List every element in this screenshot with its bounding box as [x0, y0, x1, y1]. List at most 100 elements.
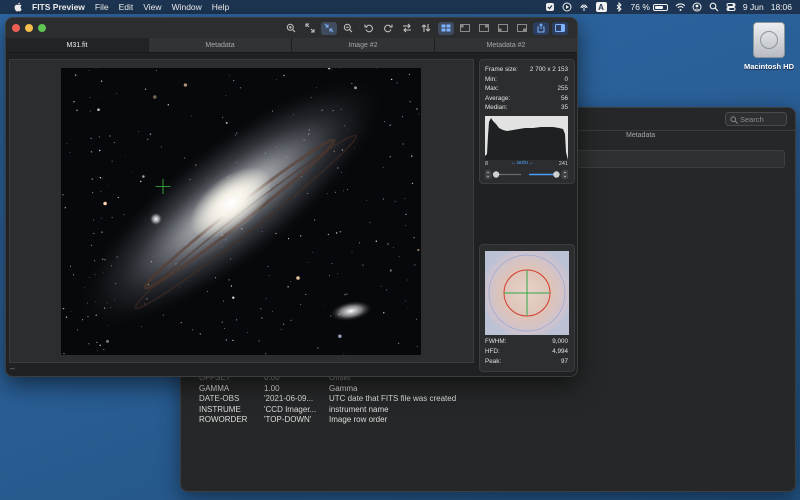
- table-row[interactable]: GAMMA 1.00 Gamma: [199, 384, 456, 395]
- tab-divider: [577, 130, 795, 144]
- table-row[interactable]: ROWORDER 'TOP-DOWN' Image row order: [199, 415, 456, 426]
- star: [63, 353, 65, 355]
- tab-image-2[interactable]: Image #2: [291, 38, 434, 52]
- star: [69, 152, 71, 153]
- fit-window-icon[interactable]: [302, 22, 318, 35]
- star: [160, 146, 162, 148]
- fwhm-row: FWHM: 9,000: [485, 338, 568, 345]
- view-menu[interactable]: View: [143, 0, 161, 14]
- user-icon[interactable]: [692, 2, 702, 12]
- airdrop-icon[interactable]: [579, 2, 589, 12]
- bluetooth-icon[interactable]: [614, 2, 624, 12]
- star: [117, 197, 119, 199]
- star: [102, 177, 104, 179]
- share-icon[interactable]: [533, 21, 549, 35]
- star: [384, 121, 386, 123]
- compare-view-icon[interactable]: [495, 22, 511, 35]
- battery-icon: [652, 3, 668, 11]
- star: [111, 160, 113, 162]
- wifi-icon[interactable]: [675, 2, 685, 12]
- star: [88, 343, 90, 345]
- side-by-side-icon[interactable]: [514, 22, 530, 35]
- tab-metadata-bg[interactable]: Metadata: [626, 132, 655, 139]
- table-row[interactable]: INSTRUME 'CCD Imager... instrument name: [199, 405, 456, 416]
- star: [233, 80, 235, 82]
- star: [141, 326, 142, 328]
- star: [138, 131, 139, 132]
- flip-vertical-icon[interactable]: [418, 22, 434, 35]
- hard-drive-icon[interactable]: [753, 22, 785, 58]
- star: [66, 143, 68, 145]
- level-sliders[interactable]: [485, 170, 568, 179]
- search-icon: [730, 116, 738, 124]
- star: [411, 182, 414, 184]
- tab-metadata[interactable]: Metadata: [148, 38, 291, 52]
- star: [101, 218, 103, 219]
- app-menu[interactable]: FITS Preview: [32, 0, 85, 14]
- checkbox-icon[interactable]: [545, 2, 555, 12]
- star: [98, 149, 101, 152]
- input-source-icon[interactable]: A: [595, 2, 607, 12]
- control-center-icon[interactable]: [726, 2, 736, 12]
- tab-bar: M31.fit Metadata Image #2 Metadata #2: [6, 38, 577, 53]
- rotate-right-icon[interactable]: [380, 22, 396, 35]
- psf-star-profile[interactable]: [485, 251, 569, 335]
- star: [283, 323, 285, 325]
- battery-status[interactable]: 76 %: [631, 2, 668, 12]
- psf-panel: FWHM: 9,000 HFD: 4,994 Peak: 97: [479, 244, 575, 372]
- star: [338, 334, 342, 338]
- star: [272, 311, 274, 312]
- apple-logo-icon[interactable]: [12, 2, 24, 12]
- rotate-left-icon[interactable]: [361, 22, 377, 35]
- star: [268, 275, 270, 277]
- search-icon[interactable]: [709, 2, 719, 12]
- star: [339, 68, 341, 69]
- fits-preview-window[interactable]: M31.fit Metadata Image #2 Metadata #2 Fr…: [5, 17, 578, 377]
- play-circle-icon[interactable]: [562, 2, 572, 12]
- star: [91, 178, 94, 180]
- auto-stretch-button[interactable]: ←auto→: [511, 160, 534, 166]
- disk-label: Macintosh HD: [743, 62, 794, 71]
- histogram[interactable]: [485, 116, 568, 160]
- flip-horizontal-icon[interactable]: [399, 22, 415, 35]
- window-menu[interactable]: Window: [172, 0, 202, 14]
- star: [90, 151, 93, 153]
- tab-metadata-2[interactable]: Metadata #2: [434, 38, 577, 52]
- help-menu[interactable]: Help: [212, 0, 229, 14]
- star: [389, 124, 391, 126]
- zoom-out-icon[interactable]: [340, 22, 356, 35]
- single-view-icon[interactable]: [457, 22, 473, 35]
- star: [283, 74, 285, 77]
- tab-m31[interactable]: M31.fit: [6, 38, 148, 52]
- star: [96, 341, 98, 343]
- transform-toolbar: [361, 21, 434, 35]
- average-value: 56: [560, 94, 568, 102]
- star: [76, 109, 78, 111]
- close-button[interactable]: [12, 24, 20, 32]
- menu-bar: FITS Preview File Edit View Window Help …: [0, 0, 800, 14]
- title-bar[interactable]: [6, 18, 577, 38]
- grid-view-icon[interactable]: [438, 21, 454, 35]
- star: [92, 219, 94, 221]
- time[interactable]: 18:06: [771, 2, 792, 12]
- star: [305, 293, 307, 296]
- star: [72, 274, 75, 276]
- zoom-in-icon[interactable]: [283, 22, 299, 35]
- zoom-button[interactable]: [38, 24, 46, 32]
- stats-view-icon[interactable]: [476, 22, 492, 35]
- star: [312, 251, 314, 253]
- row-value: 'CCD Imager...: [264, 404, 317, 414]
- table-row[interactable]: DATE-OBS '2021-06-09... UTC date that FI…: [199, 394, 456, 405]
- date[interactable]: 9 Jun: [743, 2, 764, 12]
- file-menu[interactable]: File: [95, 0, 109, 14]
- search-field[interactable]: Search: [725, 112, 787, 126]
- minimize-button[interactable]: [25, 24, 33, 32]
- desktop-disk[interactable]: Macintosh HD: [740, 22, 798, 71]
- min-label: Min:: [485, 75, 497, 83]
- actual-size-icon[interactable]: [321, 21, 337, 35]
- edit-menu[interactable]: Edit: [119, 0, 134, 14]
- galaxy-image[interactable]: [61, 68, 421, 355]
- star: [225, 121, 228, 124]
- image-panel[interactable]: [9, 59, 474, 363]
- sidebar-toggle-icon[interactable]: [552, 21, 568, 35]
